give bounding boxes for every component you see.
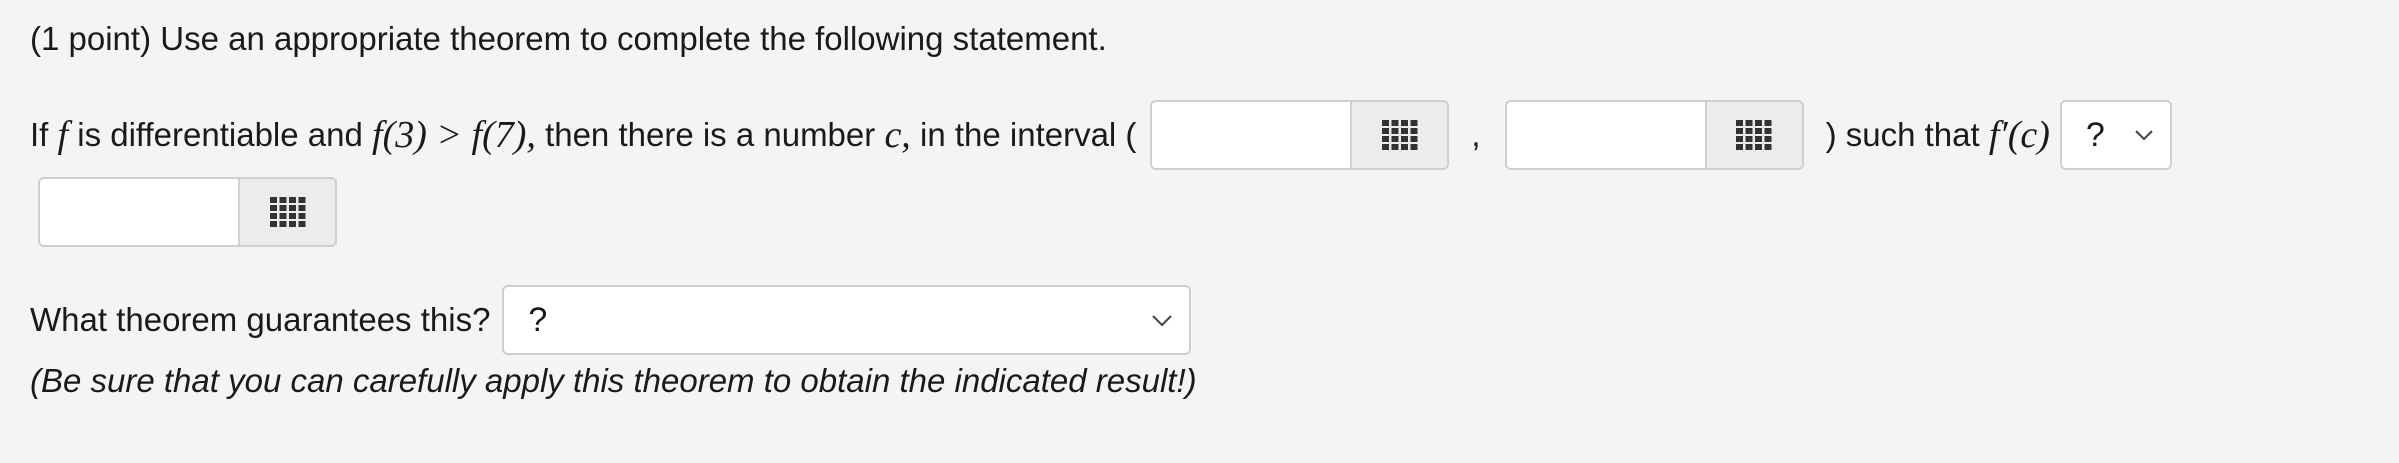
interval-start-input[interactable] (1152, 102, 1351, 168)
derivative-expression: f′(c) (1988, 114, 2050, 156)
interval-end-grid-button[interactable] (1704, 102, 1802, 168)
such-that-text: ) such that (1825, 116, 1980, 153)
interval-end-input-group (1504, 100, 1804, 170)
derivative-answer-line (38, 177, 337, 247)
differentiable-text: is differentiable and (77, 116, 363, 153)
f-variable: f (57, 114, 69, 156)
theorem-select[interactable]: ? (502, 285, 1192, 355)
grid-icon (269, 197, 305, 227)
derivative-value-input[interactable] (40, 179, 238, 245)
then-text: then there is a number (545, 116, 876, 153)
theorem-note: (Be sure that you can carefully apply th… (30, 362, 1197, 399)
chevron-down-icon (1151, 314, 1173, 327)
interval-end-input[interactable] (1506, 102, 1705, 168)
condition-expression: f(3) > f(7), (372, 114, 536, 156)
interval-start-grid-button[interactable] (1350, 102, 1448, 168)
derivative-grid-button[interactable] (238, 179, 335, 245)
grid-icon (1736, 120, 1772, 150)
theorem-question: What theorem guarantees this? (30, 301, 491, 338)
grid-icon (1381, 120, 1418, 150)
interval-comma: , (1471, 116, 1481, 153)
theorem-question-line: What theorem guarantees this? ? (30, 285, 1192, 355)
derivative-input-group (38, 177, 337, 247)
if-word: If (30, 116, 49, 153)
statement-line: If f is differentiable and f(3) > f(7), … (30, 100, 2172, 170)
points-label: (1 point) (30, 20, 152, 57)
chevron-down-icon (2134, 129, 2154, 141)
relation-select-value: ? (2085, 115, 2105, 154)
instruction-text: Use an appropriate theorem to complete t… (160, 20, 1107, 57)
relation-select[interactable]: ? (2059, 100, 2172, 170)
interval-start-input-group (1150, 100, 1450, 170)
interval-text: in the interval ( (919, 116, 1137, 153)
problem-header: (1 point) Use an appropriate theorem to … (30, 20, 1107, 58)
c-variable: c, (884, 114, 911, 156)
theorem-select-value: ? (528, 300, 548, 339)
